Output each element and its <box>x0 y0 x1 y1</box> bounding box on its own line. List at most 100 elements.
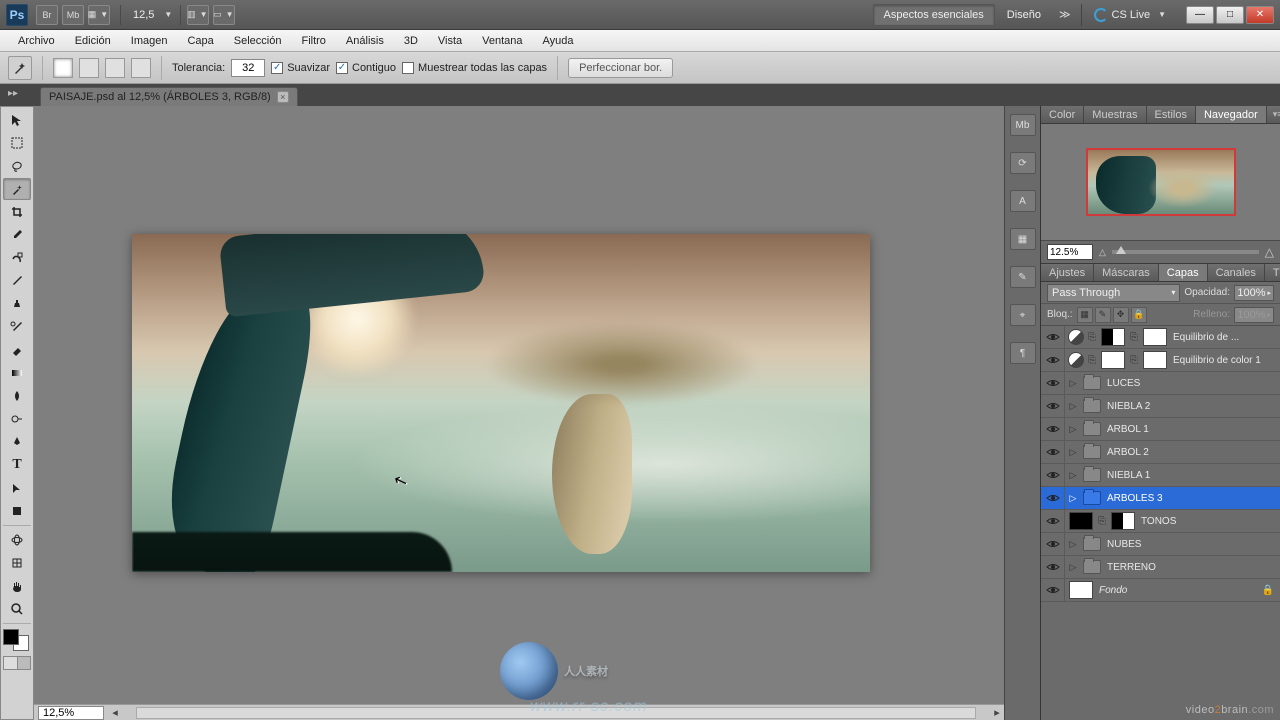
menu-analisis[interactable]: Análisis <box>336 32 394 50</box>
group-expand-icon[interactable]: ▷ <box>1067 447 1079 458</box>
layer-thumb[interactable] <box>1143 351 1167 369</box>
document-tab[interactable]: PAISAJE.psd al 12,5% (ÁRBOLES 3, RGB/8) … <box>40 87 298 106</box>
marquee-tool[interactable] <box>3 132 31 154</box>
zoom-level-display[interactable]: 12,5 <box>127 9 160 21</box>
bridge-button[interactable]: Br <box>36 5 58 25</box>
selection-new-button[interactable] <box>53 58 73 78</box>
minibridge-button[interactable]: Mb <box>62 5 84 25</box>
crop-tool[interactable] <box>3 201 31 223</box>
layer-item[interactable]: ▷ÁRBOLES 3 <box>1041 487 1280 510</box>
document-canvas[interactable] <box>132 234 870 572</box>
eraser-tool[interactable] <box>3 339 31 361</box>
menu-ventana[interactable]: Ventana <box>472 32 532 50</box>
blur-tool[interactable] <box>3 385 31 407</box>
type-tool[interactable]: T <box>3 454 31 476</box>
menu-seleccion[interactable]: Selección <box>224 32 292 50</box>
group-expand-icon[interactable]: ▷ <box>1067 562 1079 573</box>
hand-tool[interactable] <box>3 575 31 597</box>
minibridge-panel-icon[interactable]: Mb <box>1010 114 1036 136</box>
layer-thumb[interactable] <box>1069 581 1093 599</box>
layer-name[interactable]: Fondo <box>1099 585 1127 596</box>
document-tab-close-button[interactable]: × <box>277 91 289 103</box>
antialias-checkbox[interactable]: ✓Suavizar <box>271 62 330 74</box>
opacity-input[interactable]: 100%▸ <box>1234 285 1274 301</box>
layer-item[interactable]: ▷NIEBLA 2 <box>1041 395 1280 418</box>
layer-visibility-toggle[interactable] <box>1041 349 1065 371</box>
tab-navegador[interactable]: Navegador <box>1196 106 1267 123</box>
lock-position-icon[interactable]: ✥ <box>1113 307 1129 323</box>
layer-item[interactable]: ▷NUBES <box>1041 533 1280 556</box>
brushes-panel-icon[interactable]: ✎ <box>1010 266 1036 288</box>
move-tool[interactable] <box>3 109 31 131</box>
layer-visibility-toggle[interactable] <box>1041 418 1065 440</box>
layer-item[interactable]: ▷ ÁRBOL 1 <box>1041 418 1280 441</box>
arrange-documents-button[interactable]: ▥▼ <box>187 5 209 25</box>
history-brush-tool[interactable] <box>3 316 31 338</box>
eyedropper-tool[interactable] <box>3 224 31 246</box>
layer-name[interactable]: Equilibrio de color 1 <box>1173 355 1261 366</box>
group-expand-icon[interactable]: ▷ <box>1067 424 1079 435</box>
contiguous-checkbox[interactable]: ✓Contiguo <box>336 62 396 74</box>
layer-name[interactable]: Equilibrio de ... <box>1173 332 1239 343</box>
more-workspaces-button[interactable]: ≫ <box>1053 8 1077 21</box>
menu-archivo[interactable]: Archivo <box>8 32 65 50</box>
magic-wand-tool[interactable] <box>3 178 31 200</box>
layer-name[interactable]: ÁRBOL 1 <box>1107 424 1149 435</box>
color-swatches[interactable] <box>3 629 29 651</box>
layer-item[interactable]: Fondo🔒 <box>1041 579 1280 602</box>
zoom-in-icon[interactable]: △ <box>1265 245 1274 259</box>
path-selection-tool[interactable] <box>3 477 31 499</box>
clone-stamp-tool[interactable] <box>3 293 31 315</box>
menu-ayuda[interactable]: Ayuda <box>533 32 584 50</box>
selection-intersect-button[interactable] <box>131 58 151 78</box>
layer-item[interactable]: ⎘TONOS <box>1041 510 1280 533</box>
layer-item[interactable]: ▷ÁRBOL 2 <box>1041 441 1280 464</box>
workspace-design-button[interactable]: Diseño <box>999 5 1049 25</box>
lock-pixels-icon[interactable]: ✎ <box>1095 307 1111 323</box>
tab-estilos[interactable]: Estilos <box>1147 106 1196 123</box>
lasso-tool[interactable] <box>3 155 31 177</box>
layer-item[interactable]: ⎘⎘Equilibrio de color 1 <box>1041 349 1280 372</box>
layer-mask-thumb[interactable] <box>1111 512 1135 530</box>
selection-add-button[interactable] <box>79 58 99 78</box>
canvas-area[interactable]: ↖ ◂ ▸ <box>34 106 1004 720</box>
lock-all-icon[interactable]: 🔒 <box>1131 307 1147 323</box>
panel-menu-icon[interactable]: ▾≡ <box>1267 109 1280 120</box>
layer-name[interactable]: NUBES <box>1107 539 1141 550</box>
layer-mask-thumb[interactable] <box>1101 328 1125 346</box>
chevron-down-icon[interactable]: ▼ <box>164 10 172 19</box>
refine-edge-button[interactable]: Perfeccionar bor. <box>568 58 673 78</box>
layer-name[interactable]: NIEBLA 1 <box>1107 470 1150 481</box>
layer-visibility-toggle[interactable] <box>1041 533 1065 555</box>
healing-brush-tool[interactable] <box>3 247 31 269</box>
group-expand-icon[interactable]: ▷ <box>1067 401 1079 412</box>
menu-vista[interactable]: Vista <box>428 32 472 50</box>
menu-imagen[interactable]: Imagen <box>121 32 178 50</box>
quick-mask-toggle[interactable] <box>3 656 31 670</box>
pen-tool[interactable] <box>3 431 31 453</box>
layer-visibility-toggle[interactable] <box>1041 579 1065 601</box>
menu-filtro[interactable]: Filtro <box>291 32 335 50</box>
tab-color[interactable]: Color <box>1041 106 1084 123</box>
swatches-panel-icon[interactable]: ▦ <box>1010 228 1036 250</box>
layer-item[interactable]: ⎘⎘Equilibrio de ... <box>1041 326 1280 349</box>
layer-thumb[interactable] <box>1069 512 1093 530</box>
tab-mascaras[interactable]: Máscaras <box>1094 264 1159 281</box>
close-button[interactable]: ✕ <box>1246 6 1274 24</box>
gradient-tool[interactable] <box>3 362 31 384</box>
screen-mode-button[interactable]: ▭▼ <box>213 5 235 25</box>
lock-transparency-icon[interactable]: ▦ <box>1077 307 1093 323</box>
menu-edicion[interactable]: Edición <box>65 32 121 50</box>
layer-visibility-toggle[interactable] <box>1041 464 1065 486</box>
clone-source-panel-icon[interactable]: ⌖ <box>1010 304 1036 326</box>
layer-visibility-toggle[interactable] <box>1041 395 1065 417</box>
layer-thumb[interactable] <box>1143 328 1167 346</box>
layer-visibility-toggle[interactable] <box>1041 556 1065 578</box>
scroll-right-button[interactable]: ▸ <box>990 706 1004 719</box>
history-panel-icon[interactable]: ⟳ <box>1010 152 1036 174</box>
workspace-essentials-button[interactable]: Aspectos esenciales <box>873 4 995 26</box>
layer-mask-thumb[interactable] <box>1101 351 1125 369</box>
layer-name[interactable]: TERRENO <box>1107 562 1156 573</box>
zoom-out-icon[interactable]: △ <box>1099 247 1106 258</box>
paragraph-panel-icon[interactable]: ¶ <box>1010 342 1036 364</box>
